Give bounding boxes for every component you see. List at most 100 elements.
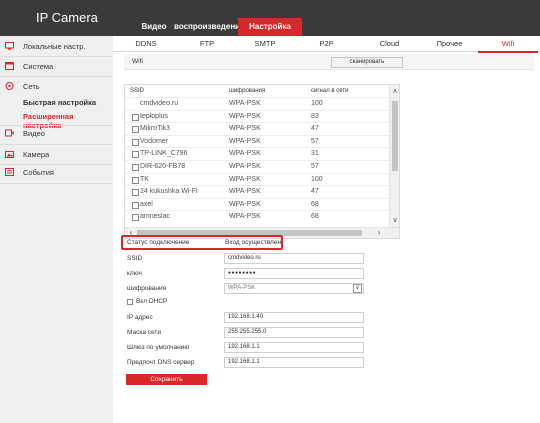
divider bbox=[0, 76, 113, 77]
cell-signal: 68 bbox=[311, 200, 319, 208]
vertical-scrollbar[interactable]: ∧ ∨ bbox=[389, 85, 399, 228]
column-header-signal: сигнал в сети bbox=[311, 88, 349, 94]
sidebar-item-label: Сеть bbox=[23, 81, 40, 91]
nav-playback[interactable]: воспроизведение bbox=[174, 18, 245, 36]
save-button[interactable]: Сохранить bbox=[126, 374, 207, 385]
row-checkbox[interactable] bbox=[132, 126, 139, 134]
cell-encryption: WPA-PSK bbox=[229, 175, 261, 183]
events-icon bbox=[5, 168, 14, 176]
top-nav: Видео воспроизведение Настройка bbox=[134, 18, 302, 36]
ssid-label: SSID bbox=[127, 255, 143, 262]
table-row[interactable]: TP-LINK_C796 WPA-PSK 31 bbox=[125, 147, 389, 160]
dhcp-checkbox-box[interactable] bbox=[127, 298, 133, 305]
row-checkbox[interactable] bbox=[132, 164, 139, 171]
row-checkbox[interactable] bbox=[132, 214, 139, 222]
key-input[interactable]: ●●●●●●●● bbox=[224, 268, 364, 279]
sidebar-item-label: Камера bbox=[23, 149, 50, 159]
cell-signal: 100 bbox=[311, 100, 323, 107]
table-row[interactable]: Vodomer WPA-PSK 57 bbox=[125, 134, 389, 148]
cell-encryption: WPA-PSK bbox=[229, 213, 261, 221]
cell-ssid: 14 kukushka Wi-Fi bbox=[140, 188, 198, 196]
cell-signal: 47 bbox=[311, 125, 319, 133]
network-list-header: SSID шифрования сигнал в сети bbox=[125, 85, 389, 97]
sidebar: Локальные настр. Система Сеть Быстрая на… bbox=[0, 36, 113, 423]
table-row[interactable]: teploplus WPA-PSK 83 bbox=[125, 109, 389, 123]
tab-cloud[interactable]: Cloud bbox=[358, 36, 421, 52]
cell-encryption: WPA-PSK bbox=[229, 100, 261, 107]
tab-wifi[interactable]: Wifi bbox=[478, 36, 538, 53]
tab-ftp[interactable]: FTP bbox=[179, 36, 235, 52]
scroll-right-icon[interactable]: › bbox=[374, 228, 384, 238]
cell-encryption: WPA-PSK bbox=[229, 150, 261, 158]
divider bbox=[0, 144, 113, 145]
cell-encryption: WPA-PSK bbox=[229, 112, 261, 120]
cell-signal: 100 bbox=[311, 175, 323, 183]
divider bbox=[0, 183, 113, 184]
wifi-label: Wifi bbox=[132, 58, 143, 65]
table-row[interactable]: TK WPA-PSK 100 bbox=[125, 172, 389, 186]
table-row[interactable]: MikroTik3 WPA-PSK 47 bbox=[125, 122, 389, 135]
sidebar-item-events[interactable]: События bbox=[0, 164, 113, 180]
table-row[interactable]: 14 kukushka Wi-Fi WPA-PSK 47 bbox=[125, 185, 389, 198]
table-row[interactable]: axel WPA-PSK 68 bbox=[125, 197, 389, 211]
cell-ssid: Vodomer bbox=[140, 137, 169, 145]
cell-signal: 57 bbox=[311, 137, 319, 145]
table-row[interactable]: cmdvideo.ru WPA-PSK 100 bbox=[125, 97, 389, 110]
table-row[interactable]: amneslac WPA-PSK 68 bbox=[125, 210, 389, 223]
row-checkbox[interactable] bbox=[132, 201, 139, 209]
cell-encryption: WPA-PSK bbox=[229, 163, 261, 170]
dhcp-checkbox[interactable]: Вкл DHCP bbox=[127, 298, 167, 305]
cell-ssid: cmdvideo.ru bbox=[140, 100, 179, 107]
app-title: IP Camera bbox=[36, 10, 98, 25]
gateway-input[interactable]: 192.168.1.1 bbox=[224, 342, 364, 353]
network-icon bbox=[5, 82, 14, 90]
table-row[interactable]: DIR-620-FB78 WPA-PSK 57 bbox=[125, 160, 389, 173]
row-checkbox[interactable] bbox=[132, 176, 139, 184]
scan-button[interactable]: сканировать bbox=[331, 57, 403, 68]
mask-input[interactable]: 255.255.255.0 bbox=[224, 327, 364, 338]
cell-signal: 57 bbox=[311, 163, 319, 170]
sidebar-item-local[interactable]: Локальные настр. bbox=[0, 38, 113, 54]
encryption-select[interactable]: WPA-PSK ∨ bbox=[224, 283, 364, 294]
row-checkbox[interactable] bbox=[132, 151, 139, 159]
top-bar: IP Camera Видео воспроизведение Настройк… bbox=[0, 0, 540, 36]
tab-ddns[interactable]: DDNS bbox=[113, 36, 179, 52]
sidebar-item-video[interactable]: Видео bbox=[0, 125, 113, 141]
scroll-down-icon[interactable]: ∨ bbox=[390, 216, 399, 226]
tab-other[interactable]: Прочее bbox=[421, 36, 478, 52]
sidebar-item-network[interactable]: Сеть bbox=[0, 78, 113, 94]
column-header-encryption: шифрования bbox=[229, 88, 266, 94]
cell-ssid: teploplus bbox=[140, 112, 169, 120]
scroll-thumb[interactable] bbox=[392, 101, 398, 171]
cell-ssid: axel bbox=[140, 200, 153, 208]
sidebar-item-camera[interactable]: Камера bbox=[0, 146, 113, 162]
tab-smtp[interactable]: SMTP bbox=[235, 36, 295, 52]
sidebar-item-label: Система bbox=[23, 61, 54, 71]
nav-settings[interactable]: Настройка bbox=[238, 18, 302, 36]
cell-ssid: MikroTik3 bbox=[140, 125, 171, 133]
camera-icon bbox=[5, 151, 14, 158]
ssid-input[interactable]: cmdvideo.ru bbox=[224, 253, 364, 264]
video-icon bbox=[5, 129, 14, 137]
row-checkbox[interactable] bbox=[132, 189, 139, 197]
gateway-label: Шлюз по умолчанию bbox=[127, 344, 190, 351]
scroll-up-icon[interactable]: ∧ bbox=[390, 87, 399, 97]
dns-input[interactable]: 192.168.1.1 bbox=[224, 357, 364, 368]
sidebar-item-system[interactable]: Система bbox=[0, 58, 113, 74]
ip-input[interactable]: 192.168.1.40 bbox=[224, 312, 364, 323]
row-checkbox[interactable] bbox=[132, 138, 139, 146]
tab-p2p[interactable]: P2P bbox=[295, 36, 358, 52]
system-icon bbox=[5, 62, 14, 70]
cell-ssid: TK bbox=[140, 175, 149, 183]
settings-tabs: DDNS FTP SMTP P2P Cloud Прочее Wifi bbox=[113, 36, 540, 53]
nav-video[interactable]: Видео bbox=[134, 18, 174, 36]
dns-label: Предпочт DNS сервер bbox=[127, 359, 195, 366]
network-list: SSID шифрования сигнал в сети cmdvideo.r… bbox=[124, 84, 400, 239]
ip-label: IP адрес bbox=[127, 314, 153, 321]
cell-ssid: DIR-620-FB78 bbox=[140, 163, 186, 170]
sidebar-subitem-quick[interactable]: Быстрая настройка bbox=[23, 98, 96, 107]
row-checkbox[interactable] bbox=[132, 113, 139, 121]
cell-signal: 83 bbox=[311, 112, 319, 120]
divider bbox=[0, 56, 113, 57]
monitor-icon bbox=[5, 42, 14, 50]
